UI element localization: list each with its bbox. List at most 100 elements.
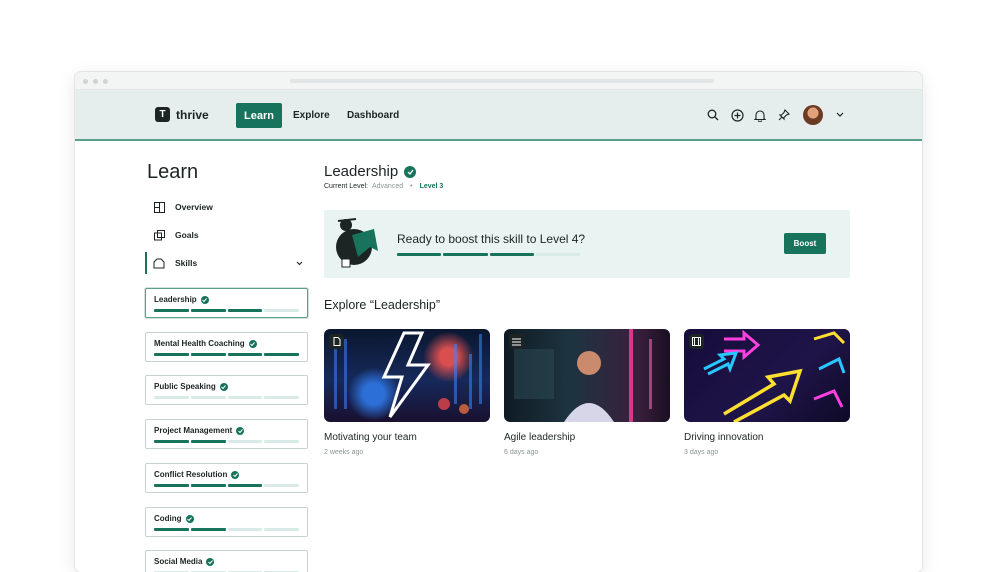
card-image <box>324 329 490 422</box>
level-badge: Level 3 <box>419 183 444 190</box>
skill-name-text: Mental Health Coaching <box>154 339 245 348</box>
skill-name: Leadership <box>154 295 209 304</box>
card-date: 3 days ago <box>684 449 719 456</box>
skill-progress <box>154 309 299 312</box>
progress-segment <box>190 353 226 356</box>
progress-segment <box>264 528 299 531</box>
bell-icon[interactable] <box>752 107 768 123</box>
progress-segment <box>154 528 189 531</box>
progress-segment <box>227 353 263 356</box>
progress-segment <box>264 396 299 399</box>
verified-icon <box>200 295 209 304</box>
address-bar[interactable] <box>290 79 714 83</box>
window-dot <box>83 79 88 84</box>
pin-icon[interactable] <box>776 107 792 123</box>
sidebar-item-label: Skills <box>175 258 198 268</box>
skill-name: Coding <box>154 514 194 523</box>
verified-icon <box>206 557 215 566</box>
boost-message: Ready to boost this skill to Level 4? <box>397 232 586 246</box>
skill-card[interactable]: Mental Health Coaching <box>145 332 308 362</box>
card-date: 6 days ago <box>504 449 539 456</box>
nav-learn[interactable]: Learn <box>236 103 282 128</box>
progress-segment <box>227 309 263 312</box>
nav-explore[interactable]: Explore <box>285 103 338 128</box>
page-title: Leadership <box>324 163 417 180</box>
progress-segment <box>190 528 226 531</box>
add-circle-icon[interactable] <box>729 107 745 123</box>
progress-segment <box>264 309 299 312</box>
skill-name-text: Leadership <box>154 295 197 304</box>
skill-progress <box>154 484 299 487</box>
browser-window: T thrive Learn Explore Dashboard Learn O… <box>75 72 922 572</box>
window-dot <box>93 79 98 84</box>
progress-segment <box>227 440 263 443</box>
progress-segment <box>227 528 263 531</box>
quote-icon <box>509 334 524 349</box>
card-image <box>504 329 670 422</box>
verified-icon <box>231 470 240 479</box>
current-level-value: Advanced <box>371 183 404 190</box>
progress-segment <box>190 396 226 399</box>
skill-name-text: Coding <box>154 514 182 523</box>
chevron-down-icon[interactable] <box>832 107 848 123</box>
skill-name: Mental Health Coaching <box>154 339 257 348</box>
progress-segment <box>397 253 442 256</box>
progress-segment <box>535 253 580 256</box>
progress-segment <box>264 484 299 487</box>
card-title: Driving innovation <box>684 432 764 443</box>
progress-segment <box>264 353 299 356</box>
sidebar-title: Learn <box>147 161 199 183</box>
progress-segment <box>190 309 226 312</box>
boost-illustration <box>336 218 378 268</box>
separator: • <box>410 183 413 190</box>
card-title: Agile leadership <box>504 432 576 443</box>
progress-segment <box>190 440 226 443</box>
skill-name: Social Media <box>154 557 215 566</box>
chevron-down-icon[interactable] <box>296 258 303 268</box>
skill-name-text: Conflict Resolution <box>154 470 228 479</box>
nav-dashboard[interactable]: Dashboard <box>339 103 407 128</box>
skill-name: Public Speaking <box>154 382 228 391</box>
progress-segment <box>227 396 263 399</box>
verified-icon <box>219 382 228 391</box>
browser-chrome <box>75 72 922 90</box>
sidebar-item-goals[interactable]: Goals <box>153 225 313 245</box>
current-level-label: Current Level: <box>324 183 368 190</box>
progress-segment <box>154 440 189 443</box>
level-info: Current Level: Advanced • Level 3 <box>324 183 443 190</box>
progress-segment <box>264 440 299 443</box>
skill-name: Project Management <box>154 426 245 435</box>
avatar[interactable] <box>803 105 823 125</box>
content-card[interactable]: Motivating your team 2 weeks ago <box>324 329 490 456</box>
skill-name: Conflict Resolution <box>154 470 240 479</box>
film-icon <box>689 334 704 349</box>
logo-text: thrive <box>176 107 209 122</box>
sidebar-item-overview[interactable]: Overview <box>153 197 313 217</box>
skill-card[interactable]: Conflict Resolution <box>145 463 308 493</box>
content-card[interactable]: Agile leadership 6 days ago <box>504 329 670 456</box>
sidebar-item-skills[interactable]: Skills <box>153 253 303 273</box>
skill-progress <box>154 528 299 531</box>
skills-icon <box>153 257 165 269</box>
search-icon[interactable] <box>705 107 721 123</box>
window-dot <box>103 79 108 84</box>
skill-card[interactable]: Leadership <box>145 288 308 318</box>
card-image <box>684 329 850 422</box>
content-card[interactable]: Driving innovation 3 days ago <box>684 329 850 456</box>
boost-button[interactable]: Boost <box>784 233 826 254</box>
logo[interactable]: T thrive <box>155 107 209 122</box>
skill-progress <box>154 440 299 443</box>
skill-card[interactable]: Project Management <box>145 419 308 449</box>
skill-card[interactable]: Coding <box>145 507 308 537</box>
skill-card[interactable]: Public Speaking <box>145 375 308 405</box>
document-icon <box>329 334 344 349</box>
boost-progress <box>397 253 580 256</box>
grid-icon <box>153 201 165 213</box>
skill-card[interactable]: Social Media <box>145 550 308 572</box>
explore-title: Explore “Leadership” <box>324 298 441 312</box>
progress-segment <box>190 484 226 487</box>
progress-segment <box>443 253 488 256</box>
card-title: Motivating your team <box>324 432 417 443</box>
boost-banner: Ready to boost this skill to Level 4? Bo… <box>324 210 850 278</box>
skill-progress <box>154 396 299 399</box>
